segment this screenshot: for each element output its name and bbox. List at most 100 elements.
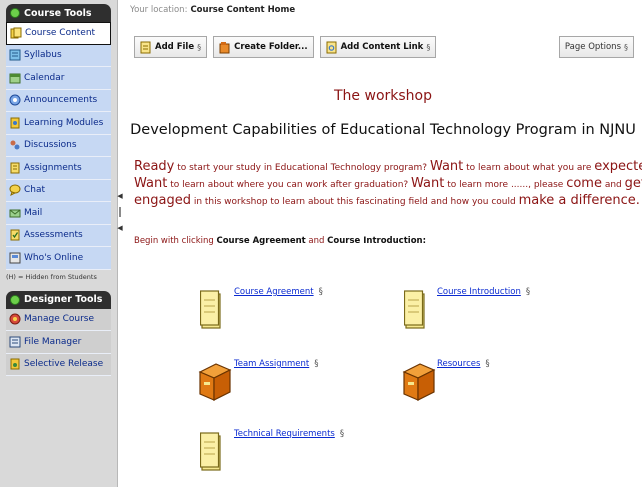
begin-prefix: Begin with clicking: [134, 236, 217, 246]
sidebar-item-label: Calendar: [24, 72, 65, 83]
course-tools-list: Course Content Syllabus Calendar Announc…: [6, 22, 111, 270]
sidebar-item-chat[interactable]: Chat: [6, 179, 111, 202]
sidebar-item-label: Syllabus: [24, 50, 62, 61]
sidebar-item-label: Course Content: [25, 28, 96, 39]
document-icon[interactable]: [200, 432, 222, 472]
info-icon[interactable]: §: [197, 43, 201, 52]
sidebar-item-announcements[interactable]: Announcements: [6, 89, 111, 112]
intro-text-span: to learn more ......, please: [444, 180, 567, 190]
intro-text-span: to start your study in Educational Techn…: [174, 163, 430, 173]
list-item-course-introduction: Course Introduction §: [437, 286, 530, 297]
info-icon[interactable]: §: [314, 359, 318, 369]
intro-text-span: in this workshop to learn about this fas…: [190, 197, 519, 207]
sidebar-item-syllabus[interactable]: Syllabus: [6, 44, 111, 67]
course-tools-header: Course Tools: [6, 4, 111, 22]
sidebar-item-selective-release[interactable]: Selective Release: [6, 353, 111, 376]
add-content-link-label: Add Content Link: [340, 42, 424, 52]
create-folder-button[interactable]: Create Folder...: [213, 36, 314, 58]
list-item-team-assignment: Team Assignment §: [234, 358, 318, 369]
breadcrumb: Your location: Course Content Home: [124, 0, 642, 20]
page-options-label: Page Options: [564, 42, 621, 52]
sidebar-collapse-handle[interactable]: ◀ ◀: [116, 192, 124, 232]
learning-modules-icon: [9, 117, 21, 129]
list-item-resources: Resources §: [437, 358, 490, 369]
course-introduction-link[interactable]: Course Introduction: [437, 287, 521, 297]
intro-emphasis: engaged: [134, 193, 191, 208]
sidebar-item-label: Learning Modules: [24, 117, 104, 128]
calendar-icon: [9, 72, 21, 84]
content-icon: [10, 27, 22, 39]
intro-text-span: and: [601, 180, 625, 190]
info-icon[interactable]: §: [526, 287, 530, 297]
selective-release-icon: [9, 358, 21, 370]
left-sidebar: Course Tools Course Content Syllabus Cal…: [0, 0, 118, 487]
sidebar-item-manage-course[interactable]: Manage Course: [6, 308, 111, 331]
breadcrumb-current: Course Content Home: [190, 5, 296, 15]
list-item-technical-requirements: Technical Requirements §: [234, 428, 344, 439]
intro-emphasis: Want: [134, 176, 168, 191]
sidebar-item-label: Manage Course: [24, 314, 95, 325]
sidebar-item-label: File Manager: [24, 336, 82, 347]
folder-box-icon[interactable]: [400, 360, 436, 402]
intro-emphasis: Ready: [134, 159, 175, 174]
info-icon[interactable]: §: [485, 359, 489, 369]
intro-emphasis: come: [566, 176, 602, 191]
sidebar-item-label: Assignments: [24, 162, 82, 173]
sidebar-item-assessments[interactable]: Assessments: [6, 224, 111, 247]
sidebar-item-assignments[interactable]: Assignments: [6, 157, 111, 180]
main-content: Your location: Course Content Home Add F…: [124, 0, 642, 487]
info-icon[interactable]: §: [340, 429, 344, 439]
list-item-course-agreement: Course Agreement §: [234, 286, 323, 297]
sidebar-item-course-content[interactable]: Course Content: [6, 22, 111, 45]
sidebar-item-discussions[interactable]: Discussions: [6, 134, 111, 157]
sidebar-item-calendar[interactable]: Calendar: [6, 67, 111, 90]
info-icon[interactable]: §: [319, 287, 323, 297]
add-file-label: Add File: [155, 42, 195, 52]
designer-tools-title: Designer Tools: [24, 294, 103, 305]
designer-tools-icon: [10, 294, 20, 305]
sidebar-item-label: Chat: [24, 185, 46, 196]
begin-instructions: Begin with clicking Course Agreement and…: [134, 236, 426, 246]
document-icon[interactable]: [200, 290, 222, 330]
intro-emphasis: expected: [594, 159, 642, 174]
breadcrumb-prefix: Your location:: [130, 5, 188, 15]
begin-mid: and: [305, 236, 328, 246]
toolbar: Add File § Create Folder... Add Content …: [134, 32, 640, 62]
resources-link[interactable]: Resources: [437, 359, 480, 369]
begin-course-agreement: Course Agreement: [216, 236, 306, 246]
sidebar-item-label: Discussions: [24, 140, 77, 151]
course-tools-icon: [10, 8, 20, 18]
chat-icon: [9, 184, 21, 197]
intro-text-span: to learn about what you are: [463, 163, 595, 173]
intro-line-1: Ready to start your study in Educational…: [134, 159, 642, 176]
create-folder-icon: [219, 41, 230, 54]
sidebar-item-file-manager[interactable]: File Manager: [6, 331, 111, 354]
intro-emphasis: Want: [429, 159, 464, 174]
assessments-icon: [9, 229, 21, 241]
intro-line-2: Want to learn about where you can work a…: [134, 176, 642, 193]
folder-box-icon[interactable]: [196, 360, 232, 402]
whos-online-icon: [9, 252, 21, 264]
sidebar-item-learning-modules[interactable]: Learning Modules: [6, 112, 111, 135]
sidebar-item-label: Assessments: [24, 230, 83, 241]
course-agreement-link[interactable]: Course Agreement: [234, 287, 314, 297]
add-file-button[interactable]: Add File §: [134, 36, 208, 58]
team-assignment-link[interactable]: Team Assignment: [234, 359, 309, 369]
hidden-note: (H) = Hidden from Students: [6, 272, 97, 281]
info-icon[interactable]: §: [624, 43, 628, 52]
info-icon[interactable]: §: [426, 43, 430, 52]
course-tools-title: Course Tools: [24, 7, 92, 19]
add-file-icon: [140, 41, 151, 54]
intro-line-3: engaged in this workshop to learn about …: [134, 193, 642, 210]
add-content-link-icon: [326, 41, 337, 54]
intro-emphasis: get: [624, 176, 642, 191]
sidebar-item-whos-online[interactable]: Who's Online: [6, 247, 111, 270]
begin-course-introduction: Course Introduction:: [327, 236, 426, 246]
document-icon[interactable]: [404, 290, 426, 330]
add-content-link-button[interactable]: Add Content Link §: [319, 36, 437, 58]
file-manager-icon: [9, 336, 21, 348]
intro-emphasis: Want: [411, 176, 445, 191]
sidebar-item-mail[interactable]: Mail: [6, 202, 111, 225]
page-options-button[interactable]: Page Options §: [558, 36, 634, 58]
technical-requirements-link[interactable]: Technical Requirements: [234, 429, 335, 439]
